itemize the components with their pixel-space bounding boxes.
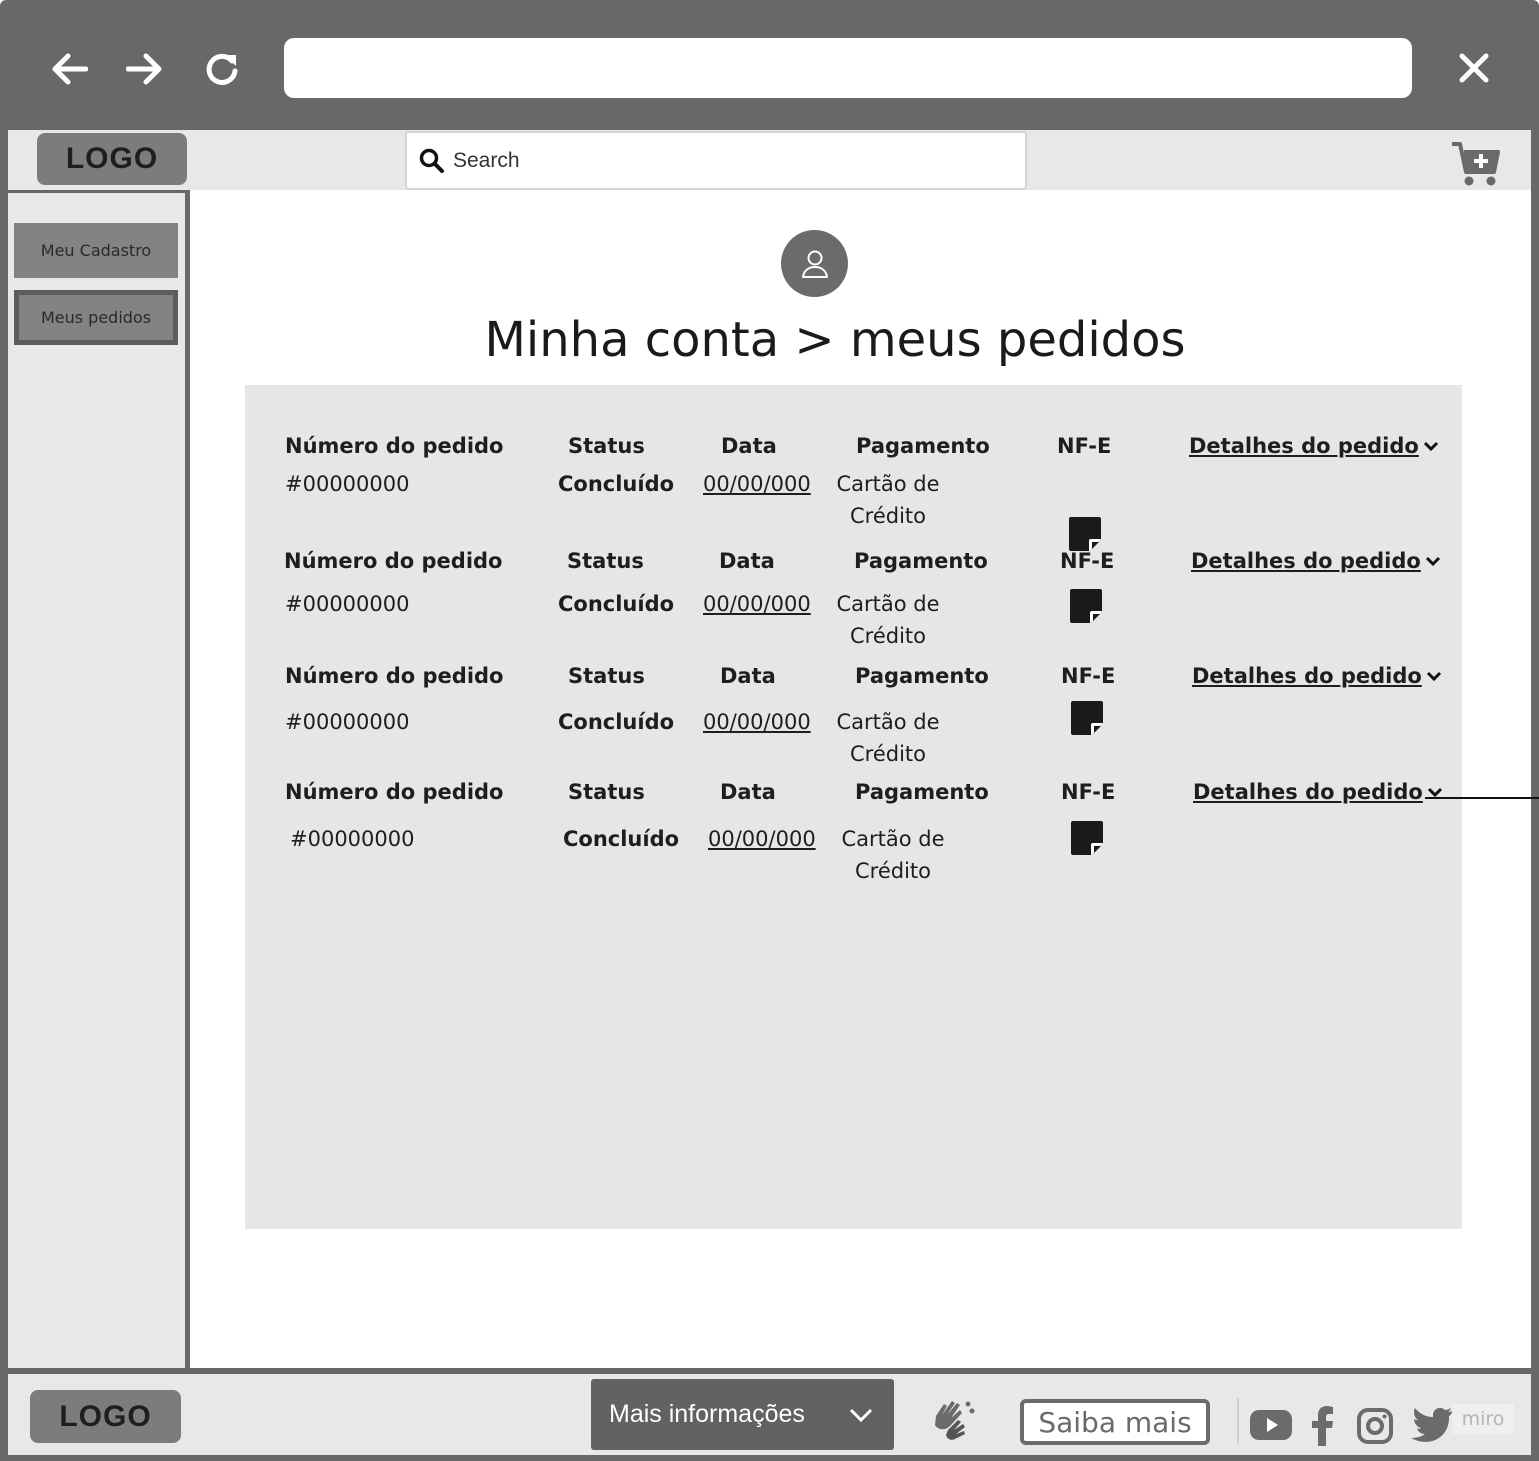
- order-number: #00000000: [285, 710, 410, 734]
- header-logo[interactable]: LOGO: [37, 133, 187, 185]
- close-window-button[interactable]: [1450, 44, 1498, 92]
- payment-header: Pagamento: [855, 664, 989, 688]
- forward-button[interactable]: [122, 46, 168, 92]
- order-payment: Cartão de Crédito: [836, 710, 940, 766]
- sign-language-icon: [935, 1401, 975, 1440]
- orders-panel: Número do pedido Status Data Pagamento N…: [245, 385, 1462, 1229]
- nfe-header: NF-E: [1061, 664, 1116, 688]
- order-payment: Cartão de Crédito: [841, 827, 945, 883]
- order-status: Concluído: [558, 710, 675, 734]
- order-row: Número do pedido Status Data Pagamento N…: [245, 660, 1462, 775]
- order-details-label: Detalhes do pedido: [1193, 780, 1423, 804]
- reload-icon: [206, 53, 238, 85]
- date-header: Data: [719, 549, 775, 573]
- date-header: Data: [720, 780, 776, 804]
- youtube-icon[interactable]: [1249, 1402, 1293, 1446]
- search-input[interactable]: [453, 148, 973, 173]
- annotation-connector: [1425, 797, 1539, 799]
- order-date: 00/00/000: [703, 710, 811, 734]
- order-status: Concluído: [558, 472, 675, 496]
- order-details-toggle[interactable]: Detalhes do pedido: [1191, 549, 1441, 573]
- order-status: Concluído: [563, 827, 680, 851]
- payment-header: Pagamento: [856, 434, 990, 458]
- frame-border: [1531, 130, 1539, 1461]
- invoice-icon[interactable]: [1069, 700, 1105, 736]
- chevron-down-icon: [849, 1408, 873, 1422]
- sidebar-item-meus-pedidos[interactable]: Meus pedidos: [14, 290, 178, 345]
- status-header: Status: [568, 664, 645, 688]
- miro-watermark: miro: [1452, 1404, 1514, 1434]
- payment-header: Pagamento: [854, 549, 988, 573]
- invoice-icon[interactable]: [1069, 820, 1105, 856]
- payment-header: Pagamento: [855, 780, 989, 804]
- chevron-down-icon: [1426, 671, 1441, 682]
- order-date: 00/00/000: [708, 827, 816, 851]
- order-row: Número do pedido Status Data Pagamento N…: [245, 430, 1462, 551]
- nfe-header: NF-E: [1057, 434, 1112, 458]
- close-icon: [1459, 53, 1489, 83]
- order-row: Número do pedido Status Data Pagamento N…: [245, 776, 1462, 906]
- avatar[interactable]: [781, 230, 848, 297]
- more-info-dropdown[interactable]: Mais informações: [591, 1379, 894, 1450]
- order-number-header: Número do pedido: [284, 549, 503, 573]
- search-box[interactable]: [405, 131, 1027, 190]
- chevron-down-icon: [1425, 556, 1440, 567]
- status-header: Status: [567, 549, 644, 573]
- arrow-right-icon: [126, 53, 162, 85]
- footer-logo[interactable]: LOGO: [30, 1390, 181, 1443]
- cart-button[interactable]: [1450, 140, 1502, 188]
- twitter-icon[interactable]: [1410, 1402, 1454, 1446]
- date-header: Data: [721, 434, 777, 458]
- user-icon: [801, 250, 828, 278]
- frame-border: [0, 130, 8, 1461]
- nfe-header: NF-E: [1061, 780, 1116, 804]
- date-header: Data: [720, 664, 776, 688]
- sidebar-item-meu-cadastro[interactable]: Meu Cadastro: [14, 223, 178, 278]
- order-details-toggle[interactable]: Detalhes do pedido: [1193, 780, 1443, 804]
- search-icon: [419, 148, 444, 173]
- order-number-header: Número do pedido: [285, 434, 504, 458]
- invoice-icon[interactable]: [1068, 588, 1104, 624]
- reload-button[interactable]: [199, 46, 245, 92]
- order-number-header: Número do pedido: [285, 664, 504, 688]
- back-button[interactable]: [46, 46, 92, 92]
- instagram-icon[interactable]: [1353, 1402, 1397, 1446]
- facebook-icon[interactable]: [1302, 1402, 1346, 1446]
- order-number: #00000000: [290, 827, 415, 851]
- cart-add-icon: [1452, 142, 1500, 186]
- nfe-header: NF-E: [1060, 549, 1115, 573]
- footer-divider: [1237, 1398, 1239, 1444]
- url-bar[interactable]: [284, 38, 1412, 98]
- order-row: Número do pedido Status Data Pagamento N…: [245, 545, 1462, 660]
- page-title: Minha conta > meus pedidos: [484, 312, 1186, 368]
- order-date: 00/00/000: [703, 472, 811, 496]
- order-details-toggle[interactable]: Detalhes do pedido: [1192, 664, 1442, 688]
- frame-border: [0, 1455, 1539, 1461]
- status-header: Status: [568, 780, 645, 804]
- order-payment: Cartão de Crédito: [836, 472, 940, 528]
- learn-more-button[interactable]: Saiba mais: [1020, 1399, 1210, 1445]
- order-details-label: Detalhes do pedido: [1192, 664, 1422, 688]
- sign-language-button[interactable]: [928, 1394, 978, 1444]
- status-header: Status: [568, 434, 645, 458]
- order-status: Concluído: [558, 592, 675, 616]
- order-payment: Cartão de Crédito: [836, 592, 940, 648]
- sidebar: [8, 190, 190, 1370]
- order-date: 00/00/000: [703, 592, 811, 616]
- order-number: #00000000: [285, 472, 410, 496]
- order-details-toggle[interactable]: Detalhes do pedido: [1189, 434, 1439, 458]
- order-details-label: Detalhes do pedido: [1191, 549, 1421, 573]
- more-info-label: Mais informações: [609, 1400, 805, 1428]
- order-number-header: Número do pedido: [285, 780, 504, 804]
- arrow-left-icon: [52, 53, 88, 85]
- order-number: #00000000: [285, 592, 410, 616]
- chevron-down-icon: [1423, 441, 1438, 452]
- order-details-label: Detalhes do pedido: [1189, 434, 1419, 458]
